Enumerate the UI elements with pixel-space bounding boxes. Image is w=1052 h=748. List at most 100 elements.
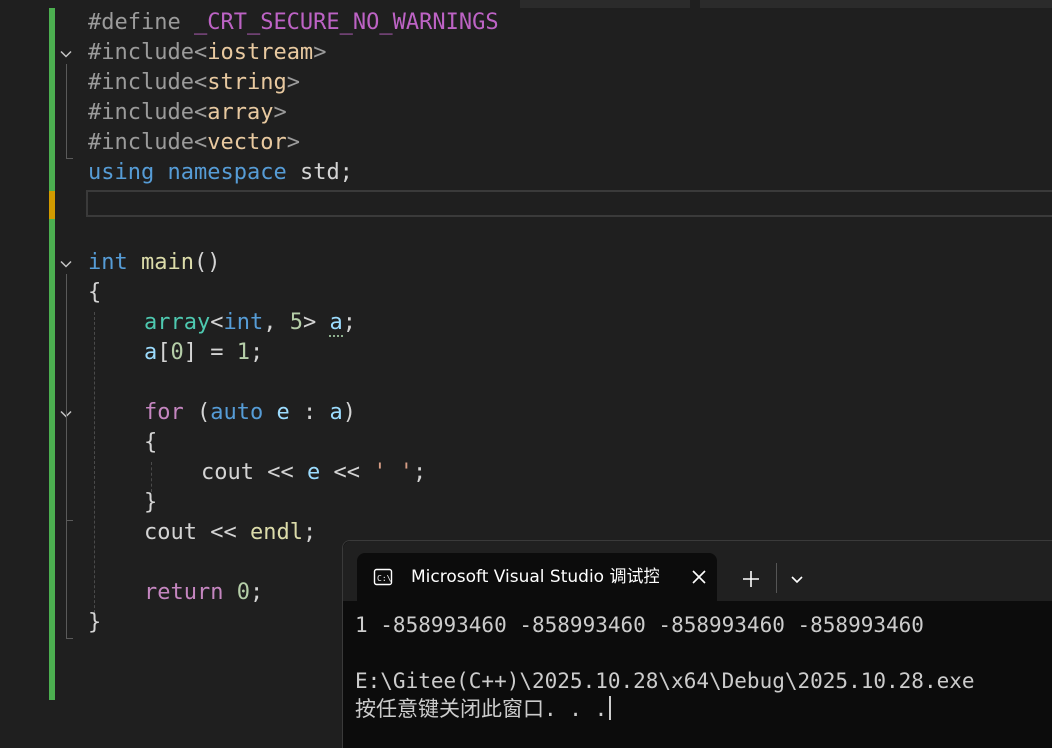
header-name: string — [207, 70, 287, 95]
code-line-6[interactable]: using namespace std; — [88, 158, 353, 188]
svg-text:C:\: C:\ — [377, 574, 392, 583]
keyword: for — [144, 400, 184, 425]
code-text: ] = — [183, 340, 237, 365]
code-line-20[interactable]: } — [88, 608, 101, 638]
number-literal: 5 — [289, 310, 303, 335]
angle-bracket: < — [193, 70, 208, 95]
keyword: return — [144, 580, 224, 605]
top-tab-strip — [0, 0, 1052, 8]
keyword: using — [88, 160, 155, 185]
plus-icon[interactable] — [739, 567, 763, 591]
close-icon[interactable] — [689, 567, 709, 587]
code-line-11[interactable]: a[0] = 1; — [144, 338, 263, 368]
preprocessor-directive: #include — [88, 40, 194, 65]
number-literal: 1 — [236, 340, 250, 365]
bracket: [ — [157, 340, 171, 365]
code-line-10[interactable]: array<int, 5> a; — [144, 308, 356, 338]
semicolon: ; — [302, 520, 317, 545]
angle-bracket: > — [302, 310, 330, 335]
code-line-4[interactable]: #include<array> — [88, 98, 287, 128]
console-tab[interactable]: C:\ Microsoft Visual Studio 调试控 — [357, 553, 717, 603]
console-output-line: 1 -858993460 -858993460 -858993460 -8589… — [355, 613, 924, 637]
identifier: cout — [201, 460, 254, 485]
preprocessor-directive: #include — [88, 130, 194, 155]
angle-bracket: < — [210, 310, 224, 335]
header-name: array — [207, 100, 274, 125]
macro-name: _CRT_SECURE_NO_WARNINGS — [193, 10, 499, 35]
keyword: auto — [210, 400, 264, 425]
code-text: std; — [286, 160, 353, 185]
code-line-2[interactable]: #include<iostream> — [88, 38, 326, 68]
console-output[interactable]: 1 -858993460 -858993460 -858993460 -8589… — [355, 611, 1052, 723]
change-indicator-bar — [49, 8, 55, 700]
type-name: array — [144, 310, 211, 335]
code-text: , — [263, 310, 290, 335]
tab-strip-segment — [700, 0, 1052, 8]
console-icon: C:\ — [373, 567, 393, 587]
semicolon: ; — [342, 310, 356, 335]
code-line-9[interactable]: { — [88, 278, 101, 308]
preprocessor-directive: #include — [88, 70, 194, 95]
code-line-17[interactable]: cout << endl; — [144, 518, 316, 548]
number-literal: 0 — [236, 580, 250, 605]
code-line-13[interactable]: for (auto e : a) — [144, 398, 356, 428]
code-line-14[interactable]: { — [144, 428, 157, 458]
brace: { — [144, 430, 158, 455]
angle-bracket: > — [273, 100, 287, 125]
keyword: namespace — [167, 160, 287, 185]
code-line-16[interactable]: } — [144, 488, 157, 518]
variable-name: a — [144, 340, 158, 365]
code-line-3[interactable]: #include<string> — [88, 68, 300, 98]
variable-name: a — [329, 310, 343, 337]
function-name: endl — [249, 520, 303, 545]
code-line-19[interactable]: return 0; — [144, 578, 263, 608]
code-text: () — [193, 250, 221, 275]
identifier: cout — [144, 520, 197, 545]
console-output-line: E:\Gitee(C++)\2025.10.28\x64\Debug\2025.… — [355, 669, 975, 693]
code-line-1[interactable]: #define _CRT_SECURE_NO_WARNINGS — [88, 8, 499, 38]
angle-bracket: > — [313, 40, 327, 65]
semicolon: ; — [249, 580, 264, 605]
code-text: : — [289, 400, 330, 425]
fold-region-bracket — [66, 64, 73, 159]
preprocessor-directive: #define — [88, 10, 194, 35]
angle-bracket: > — [286, 70, 300, 95]
semicolon: ; — [412, 460, 427, 485]
chevron-down-icon[interactable] — [59, 257, 73, 271]
console-titlebar[interactable]: C:\ Microsoft Visual Studio 调试控 — [343, 541, 1052, 603]
paren: ( — [183, 400, 211, 425]
console-output-line: 按任意键关闭此窗口. . . — [355, 695, 1052, 723]
debug-console-window[interactable]: C:\ Microsoft Visual Studio 调试控 1 -85899… — [342, 540, 1052, 748]
console-prompt-text: 按任意键关闭此窗口. . . — [355, 697, 608, 721]
unsaved-change-indicator — [49, 191, 55, 219]
code-line-15[interactable]: cout << e << ' '; — [201, 458, 426, 488]
paren: ) — [342, 400, 356, 425]
tab-strip-segment — [520, 0, 690, 8]
operator: << — [253, 460, 307, 485]
preprocessor-directive: #include — [88, 100, 194, 125]
function-name: main — [141, 250, 194, 275]
chevron-down-icon[interactable] — [59, 47, 73, 61]
angle-bracket: < — [193, 100, 208, 125]
brace: } — [88, 610, 102, 635]
titlebar-divider — [776, 563, 777, 593]
angle-bracket: < — [193, 130, 208, 155]
code-line-5[interactable]: #include<vector> — [88, 128, 300, 158]
operator: << — [196, 520, 250, 545]
variable-name: a — [329, 400, 343, 425]
brace: } — [144, 490, 158, 515]
variable-name: e — [276, 400, 290, 425]
operator: << — [320, 460, 374, 485]
angle-bracket: > — [286, 130, 300, 155]
code-line-8[interactable]: int main() — [88, 248, 220, 278]
semicolon: ; — [249, 340, 264, 365]
header-name: iostream — [207, 40, 314, 65]
text-cursor — [609, 696, 612, 720]
console-tab-title: Microsoft Visual Studio 调试控 — [411, 567, 659, 587]
chevron-down-icon[interactable] — [787, 569, 807, 589]
number-literal: 0 — [170, 340, 184, 365]
fold-region-bracket — [66, 424, 73, 521]
